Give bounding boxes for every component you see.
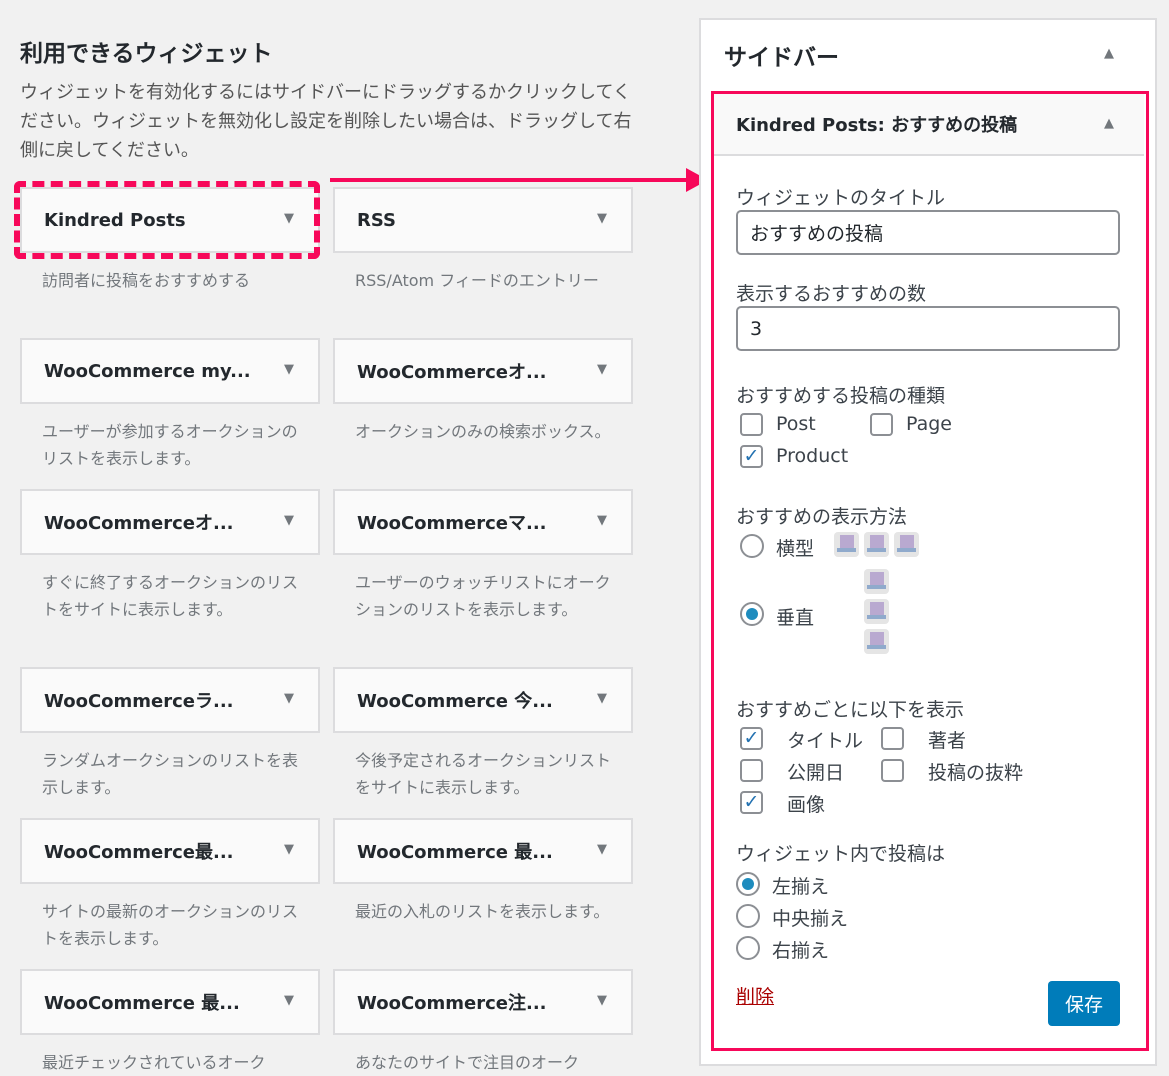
available-widgets-intro: ウィジェットを有効化するにはサイドバーにドラッグするかクリックしてください。ウィ… [20, 82, 632, 161]
widget-header-title: Kindred Posts: おすすめの投稿 [736, 115, 1018, 136]
widget-item[interactable]: WooCommerce 今... ▼ [333, 667, 633, 733]
widget-name: WooCommerce最... [44, 842, 234, 863]
widget-name: WooCommerce 最... [357, 842, 553, 863]
triangle-down-icon[interactable]: ▼ [597, 362, 607, 377]
triangle-down-icon[interactable]: ▼ [597, 691, 607, 706]
triangle-down-icon[interactable]: ▼ [597, 211, 607, 226]
types-label: おすすめする投稿の種類 [736, 385, 946, 407]
triangle-down-icon[interactable]: ▼ [284, 993, 294, 1008]
arrow-line [330, 178, 690, 182]
show-checkbox[interactable] [881, 727, 904, 750]
show-option-label: 投稿の抜粋 [928, 762, 1024, 784]
widget-item[interactable]: WooCommerceマ... ▼ [333, 489, 633, 555]
widget-item[interactable]: WooCommerce注... ▼ [333, 969, 633, 1035]
widget-name: WooCommerceラ... [44, 691, 234, 712]
type-checkbox[interactable] [740, 413, 763, 436]
widget-header[interactable]: Kindred Posts: おすすめの投稿 [714, 94, 1144, 156]
type-checkbox[interactable] [870, 413, 893, 436]
display-radio-horizontal[interactable] [740, 534, 764, 558]
triangle-down-icon[interactable]: ▼ [597, 842, 607, 857]
show-checkbox[interactable] [740, 759, 763, 782]
count-input[interactable] [736, 306, 1120, 351]
display-label-vertical: 垂直 [776, 607, 815, 629]
widget-description: ユーザーが参加するオークションのリストを表示します。 [42, 422, 298, 468]
count-label: 表示するおすすめの数 [736, 283, 927, 305]
show-label: おすすめごとに以下を表示 [736, 699, 965, 721]
align-radio[interactable] [736, 872, 760, 896]
widget-name: WooCommerceマ... [357, 513, 547, 534]
widget-description: ランダムオークションのリストを表示します。 [42, 751, 299, 797]
triangle-down-icon[interactable]: ▼ [597, 513, 607, 528]
show-checkbox[interactable]: ✓ [740, 727, 763, 750]
show-checkbox[interactable]: ✓ [740, 791, 763, 814]
widget-item[interactable]: WooCommerce my... ▼ [20, 338, 320, 404]
align-option-label: 右揃え [772, 940, 830, 962]
widget-description: 最近の入札のリストを表示します。 [355, 902, 610, 921]
widget-name: RSS [357, 209, 396, 231]
highlight-dashed-box [14, 181, 320, 259]
layout-thumb-icon [864, 532, 889, 557]
show-option-label: 著者 [928, 730, 967, 752]
triangle-up-icon[interactable]: ▲ [1104, 116, 1114, 131]
align-label: ウィジェット内で投稿は [736, 843, 946, 865]
widget-description: 訪問者に投稿をおすすめする [42, 271, 251, 290]
delete-link[interactable]: 削除 [736, 982, 774, 1009]
type-label: Product [776, 445, 849, 467]
widget-description: 今後予定されるオークションリストをサイトに表示します。 [355, 751, 612, 797]
type-checkbox[interactable]: ✓ [740, 445, 763, 468]
widget-description: 最近チェックされているオーク [42, 1053, 266, 1072]
widget-item[interactable]: WooCommerceラ... ▼ [20, 667, 320, 733]
show-option-label: 公開日 [787, 762, 845, 784]
widget-description: あなたのサイトで注目のオーク [355, 1053, 580, 1072]
widget-description: すぐに終了するオークションのリストをサイトに表示します。 [42, 573, 299, 619]
type-label: Page [906, 413, 952, 435]
triangle-down-icon[interactable]: ▼ [284, 842, 294, 857]
align-radio[interactable] [736, 936, 760, 960]
widget-name: WooCommerce my... [44, 360, 251, 382]
available-widgets-title: 利用できるウィジェット [20, 41, 273, 67]
widget-item[interactable]: WooCommerce 最... ▼ [333, 818, 633, 884]
widget-name: WooCommerce 最... [44, 993, 240, 1014]
show-option-label: 画像 [787, 794, 826, 816]
save-button[interactable]: 保存 [1048, 981, 1120, 1026]
widget-item[interactable]: WooCommerce最... ▼ [20, 818, 320, 884]
triangle-down-icon[interactable]: ▼ [597, 993, 607, 1008]
widget-description: ユーザーのウォッチリストにオークションのリストを表示します。 [355, 573, 611, 619]
display-label: おすすめの表示方法 [736, 506, 908, 528]
layout-thumb-icon [834, 532, 859, 557]
widget-item[interactable]: WooCommerceオ... ▼ [20, 489, 320, 555]
triangle-down-icon[interactable]: ▼ [284, 513, 294, 528]
widget-description: RSS/Atom フィードのエントリー [355, 271, 599, 290]
widget-description: オークションのみの検索ボックス。 [355, 422, 611, 441]
widget-item[interactable]: WooCommerceオ... ▼ [333, 338, 633, 404]
display-label-horizontal: 横型 [776, 538, 815, 560]
show-option-label: タイトル [787, 730, 864, 752]
align-option-label: 中央揃え [772, 908, 849, 930]
layout-thumb-icon [864, 569, 889, 594]
title-label: ウィジェットのタイトル [736, 187, 946, 209]
widget-name: WooCommerceオ... [357, 362, 547, 383]
triangle-down-icon[interactable]: ▼ [284, 362, 294, 377]
type-label: Post [776, 413, 816, 435]
widget-name: WooCommerce 今... [357, 691, 553, 712]
align-option-label: 左揃え [772, 876, 830, 898]
layout-thumb-icon [864, 599, 889, 624]
widget-description: サイトの最新のオークションのリストを表示します。 [42, 902, 299, 948]
widget-name: WooCommerce注... [357, 993, 547, 1014]
show-checkbox[interactable] [881, 759, 904, 782]
layout-thumb-icon [894, 532, 919, 557]
align-radio[interactable] [736, 904, 760, 928]
sidebar-title[interactable]: サイドバー [724, 38, 839, 72]
layout-thumb-icon [864, 629, 889, 654]
display-radio-vertical[interactable] [740, 602, 764, 626]
widget-name: WooCommerceオ... [44, 513, 234, 534]
title-input[interactable] [736, 210, 1120, 255]
triangle-down-icon[interactable]: ▼ [284, 691, 294, 706]
widget-item[interactable]: RSS ▼ [333, 187, 633, 253]
triangle-up-icon[interactable]: ▲ [1104, 46, 1114, 61]
widget-item[interactable]: WooCommerce 最... ▼ [20, 969, 320, 1035]
